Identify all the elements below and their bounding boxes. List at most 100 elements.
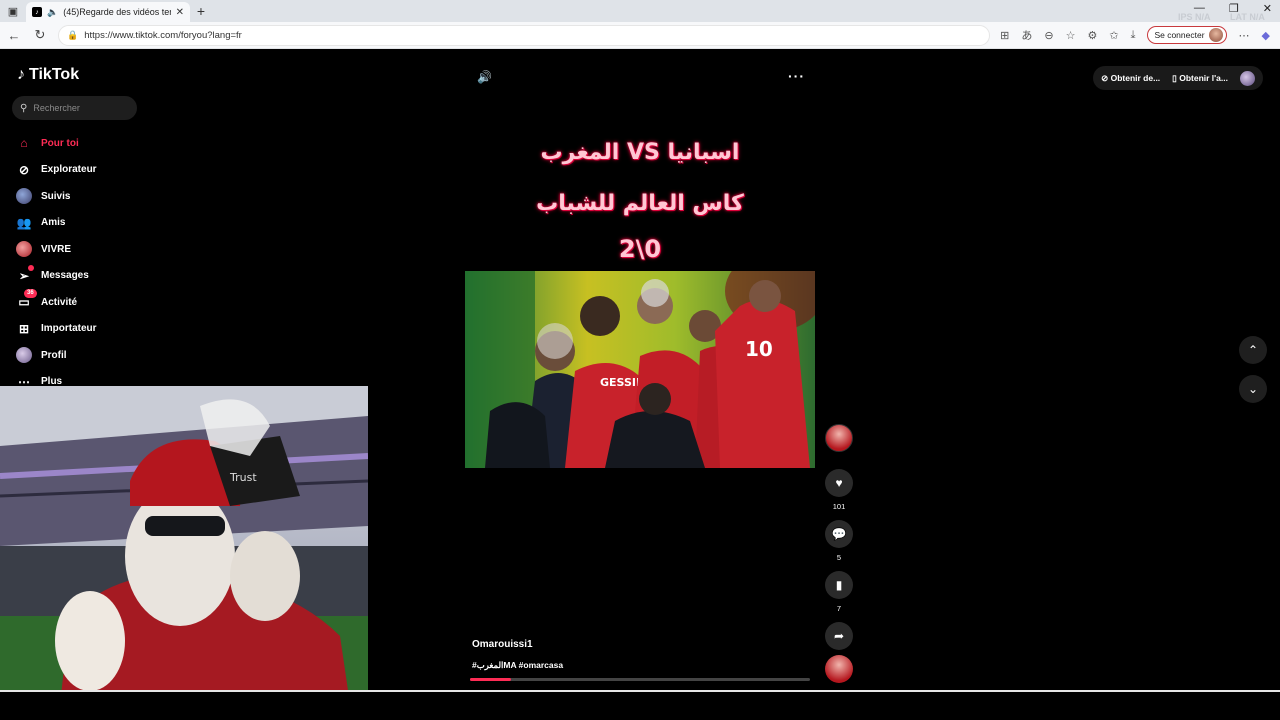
inbox-icon: ▭ 36	[16, 289, 37, 310]
tiktok-page: ♪ TikTok ⚲ ⌂ Pour toi ⊘ Explorateur Suiv…	[0, 50, 1280, 704]
send-icon: ➢	[16, 264, 34, 284]
tab-actions-icon[interactable]: ▣	[0, 0, 26, 22]
get-desktop-label: Obtenir de...	[1110, 72, 1161, 83]
comment-count: 5	[836, 553, 842, 562]
like-action[interactable]: ♥ 101	[825, 469, 853, 511]
like-count: 101	[832, 502, 846, 511]
sidebar-item-pour-toi[interactable]: ⌂ Pour toi	[16, 130, 97, 157]
volume-icon[interactable]: 🔊	[477, 70, 492, 84]
favorites-icon[interactable]: ✩	[1109, 29, 1118, 42]
speaker-icon: 🔈	[47, 6, 59, 17]
search-input[interactable]	[33, 103, 124, 113]
tiktok-favicon-icon: ♪	[32, 7, 42, 17]
sidebar-item-label: VIVRE	[41, 243, 72, 255]
sidebar-item-label: Importateur	[41, 323, 97, 335]
video-author[interactable]: Omarouissi1	[472, 639, 533, 650]
share-icon[interactable]: ➦	[825, 622, 853, 650]
sidebar-item-label: Amis	[41, 217, 66, 229]
settings-more-icon[interactable]: ⋯	[1239, 29, 1250, 42]
new-tab-button[interactable]: +	[190, 3, 212, 19]
video-progress-fill	[470, 678, 511, 681]
webcam-image: RE Trust	[0, 386, 368, 704]
downloads-icon[interactable]: ⤓	[1131, 29, 1136, 42]
sidebar-item-label: Profil	[41, 349, 67, 361]
video-caption-line-2: كاس العالم للشباب	[536, 191, 744, 216]
chevron-down-icon[interactable]: ⌄	[1239, 375, 1267, 403]
get-app-label: Obtenir l'a...	[1179, 72, 1228, 83]
save-count: 7	[836, 604, 842, 613]
minimize-icon[interactable]: —	[1194, 2, 1205, 15]
chevron-up-icon[interactable]: ⌃	[1239, 336, 1267, 364]
comment-action[interactable]: 💬 5	[825, 520, 853, 562]
upload-icon: ⊞	[18, 321, 30, 336]
browser-toolbar: ⊞ あ ⊖ ☆ ⚙ ✩ ⤓ Se connecter ⋯ ◆	[1000, 26, 1274, 44]
creator-avatar[interactable]	[825, 424, 853, 452]
home-icon: ⌂	[20, 136, 28, 151]
address-bar: ← ↻ 🔒 https://www.tiktok.com/foryou?lang…	[0, 22, 1280, 49]
signin-label: Se connecter	[1154, 30, 1205, 40]
video-progress-bar[interactable]	[470, 678, 810, 681]
friends-icon: 👥	[16, 215, 32, 230]
app-available-icon[interactable]: ⊞	[1000, 29, 1009, 42]
browser-tab-bar: ▣ ♪ 🔈 (45)Regarde des vidéos tend ✕ + IP…	[0, 0, 1280, 22]
sidebar-item-label: Pour toi	[41, 137, 79, 149]
video-player[interactable]: المغرب VS اسبانيا كاس العالم للشباب 2\0	[465, 110, 815, 690]
sidebar-item-importateur[interactable]: ⊞ Importateur	[16, 316, 97, 343]
refresh-icon[interactable]: ↻	[32, 27, 48, 43]
sidebar-item-amis[interactable]: 👥 Amis	[16, 210, 97, 237]
copilot-icon[interactable]: ◆	[1262, 29, 1270, 42]
tab-title: (45)Regarde des vidéos tend	[63, 7, 171, 17]
browser-tab[interactable]: ♪ 🔈 (45)Regarde des vidéos tend ✕	[26, 2, 190, 22]
sidebar-item-explorateur[interactable]: ⊘ Explorateur	[16, 157, 97, 184]
top-right-actions: ⊘ Obtenir de... ▯ Obtenir l'a...	[1093, 66, 1263, 90]
site-info-icon[interactable]: 🔒	[67, 30, 78, 41]
zoom-icon[interactable]: ⊖	[1044, 29, 1053, 42]
tiktok-logo[interactable]: ♪ TikTok	[17, 66, 79, 84]
signin-button[interactable]: Se connecter	[1147, 26, 1227, 44]
more-options-icon[interactable]: ···	[788, 68, 805, 84]
url-text: https://www.tiktok.com/foryou?lang=fr	[84, 29, 242, 41]
restore-icon[interactable]: ❐	[1229, 2, 1239, 15]
following-avatar-icon	[16, 188, 32, 205]
close-window-icon[interactable]: ✕	[1263, 2, 1272, 15]
sidebar-item-profil[interactable]: Profil	[16, 342, 97, 369]
video-caption-line-3: 2\0	[618, 235, 662, 263]
extensions-icon[interactable]: ⚙	[1087, 29, 1097, 42]
video-frame: GESSIME 10	[465, 271, 815, 468]
user-avatar[interactable]	[1240, 70, 1255, 86]
favorite-star-icon[interactable]: ☆	[1066, 29, 1076, 42]
translate-icon[interactable]: あ	[1021, 27, 1032, 43]
video-frame-image: GESSIME 10	[465, 271, 815, 468]
search-box[interactable]: ⚲	[12, 96, 137, 120]
back-icon[interactable]: ←	[6, 28, 22, 43]
sidebar-item-activite[interactable]: ▭ 36 Activité	[16, 289, 97, 316]
comment-icon[interactable]: 💬	[825, 520, 853, 548]
get-desktop-button[interactable]: ⊘ Obtenir de...	[1101, 73, 1160, 84]
tiktok-note-icon: ♪	[17, 66, 25, 83]
sidebar-item-label: Messages	[41, 270, 89, 282]
bookmark-icon[interactable]: ▮	[825, 571, 853, 599]
video-caption-line-1: المغرب VS اسبانيا	[540, 140, 740, 165]
sidebar-item-label: Activité	[41, 296, 78, 308]
live-avatar-icon	[16, 241, 32, 258]
close-tab-icon[interactable]: ✕	[176, 7, 184, 18]
sidebar-item-vivre[interactable]: VIVRE	[16, 236, 97, 263]
webcam-overlay: RE Trust	[0, 386, 368, 704]
logo-text: TikTok	[29, 66, 80, 83]
video-hashtags[interactable]: #المغربMA #omarcasa	[472, 660, 563, 671]
window-controls: — ❐ ✕	[1194, 2, 1272, 15]
profile-avatar-icon	[16, 347, 32, 364]
next-creator-avatar[interactable]	[825, 655, 853, 683]
sidebar-item-messages[interactable]: ➢ Messages	[16, 263, 97, 290]
get-app-button[interactable]: ▯ Obtenir l'a...	[1172, 73, 1228, 84]
svg-text:10: 10	[745, 337, 773, 361]
heart-icon[interactable]: ♥	[825, 469, 853, 497]
bottom-strip	[0, 690, 1280, 720]
save-action[interactable]: ▮ 7	[825, 571, 853, 613]
url-field[interactable]: 🔒 https://www.tiktok.com/foryou?lang=fr	[58, 24, 991, 46]
bottom-divider	[0, 690, 1280, 692]
search-icon: ⚲	[20, 102, 28, 114]
svg-text:Trust: Trust	[229, 471, 257, 484]
compass-icon: ⊘	[18, 162, 30, 177]
sidebar-item-suivis[interactable]: Suivis	[16, 183, 97, 210]
